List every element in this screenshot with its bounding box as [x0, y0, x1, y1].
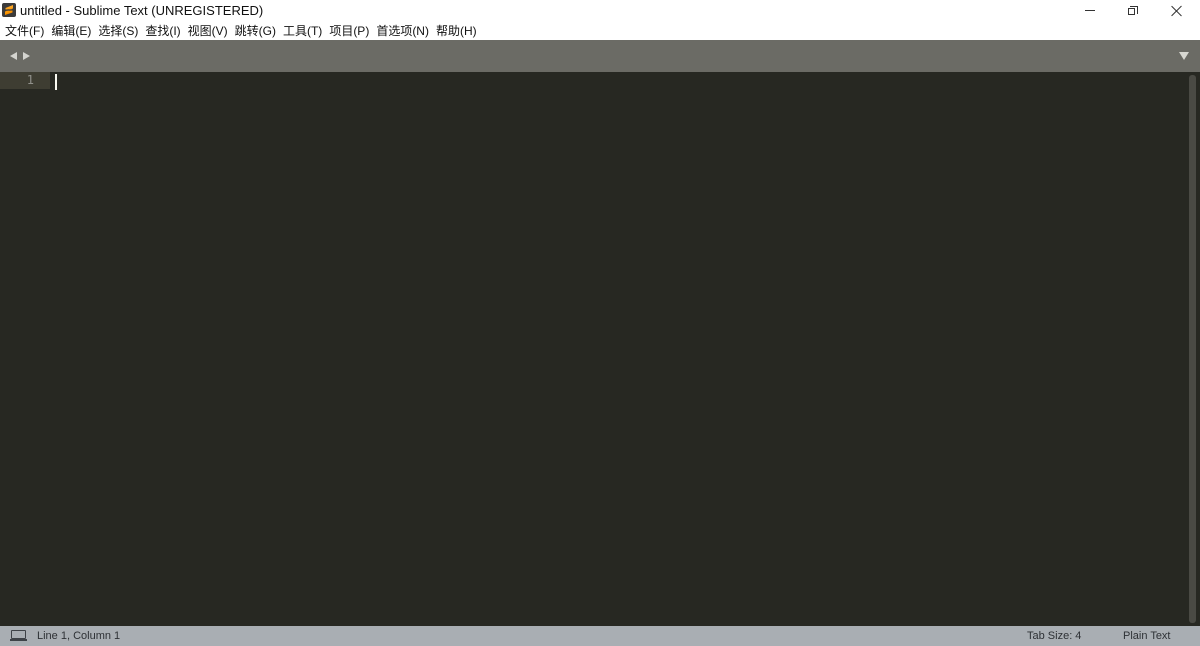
vertical-scrollbar[interactable]	[1189, 75, 1196, 623]
tab-bar	[0, 40, 1200, 72]
syntax-setting[interactable]: Plain Text	[1123, 630, 1171, 643]
menu-find[interactable]: 查找(I)	[142, 22, 184, 40]
menu-project[interactable]: 项目(P)	[326, 22, 373, 40]
menu-file[interactable]: 文件(F)	[2, 22, 48, 40]
editor-area[interactable]: 1	[0, 72, 1200, 626]
tab-size-setting[interactable]: Tab Size: 4	[1027, 630, 1081, 643]
chevron-right-icon[interactable]	[23, 52, 30, 60]
gutter-current-line: 1	[0, 72, 50, 89]
text-caret	[55, 74, 57, 90]
chevron-down-icon[interactable]	[1179, 52, 1189, 60]
minimize-button[interactable]	[1068, 0, 1112, 21]
menu-preferences[interactable]: 首选项(N)	[373, 22, 433, 40]
menu-edit[interactable]: 编辑(E)	[48, 22, 95, 40]
current-line-highlight	[50, 72, 1188, 89]
maximize-icon	[1128, 5, 1138, 16]
menu-view[interactable]: 视图(V)	[185, 22, 232, 40]
cursor-position: Line 1, Column 1	[37, 630, 121, 642]
menu-bar: 文件(F) 编辑(E) 选择(S) 查找(I) 视图(V) 跳转(G) 工具(T…	[0, 21, 1200, 40]
menu-tools[interactable]: 工具(T)	[280, 22, 326, 40]
menu-selection[interactable]: 选择(S)	[95, 22, 142, 40]
close-icon	[1171, 5, 1183, 17]
menu-goto[interactable]: 跳转(G)	[232, 22, 280, 40]
sublime-text-logo-icon	[2, 3, 16, 17]
chevron-left-icon[interactable]	[10, 52, 17, 60]
close-button[interactable]	[1155, 0, 1199, 21]
line-number: 1	[26, 73, 34, 87]
sublime-window: untitled - Sublime Text (UNREGISTERED) 文…	[0, 0, 1200, 646]
minimize-icon	[1085, 10, 1095, 11]
maximize-button[interactable]	[1111, 0, 1155, 21]
menu-help[interactable]: 帮助(H)	[433, 22, 481, 40]
console-icon[interactable]	[10, 630, 27, 641]
title-bar: untitled - Sublime Text (UNREGISTERED)	[0, 0, 1200, 21]
window-title: untitled - Sublime Text (UNREGISTERED)	[20, 3, 264, 18]
status-bar: Line 1, Column 1 Tab Size: 4 Plain Text	[0, 626, 1200, 646]
